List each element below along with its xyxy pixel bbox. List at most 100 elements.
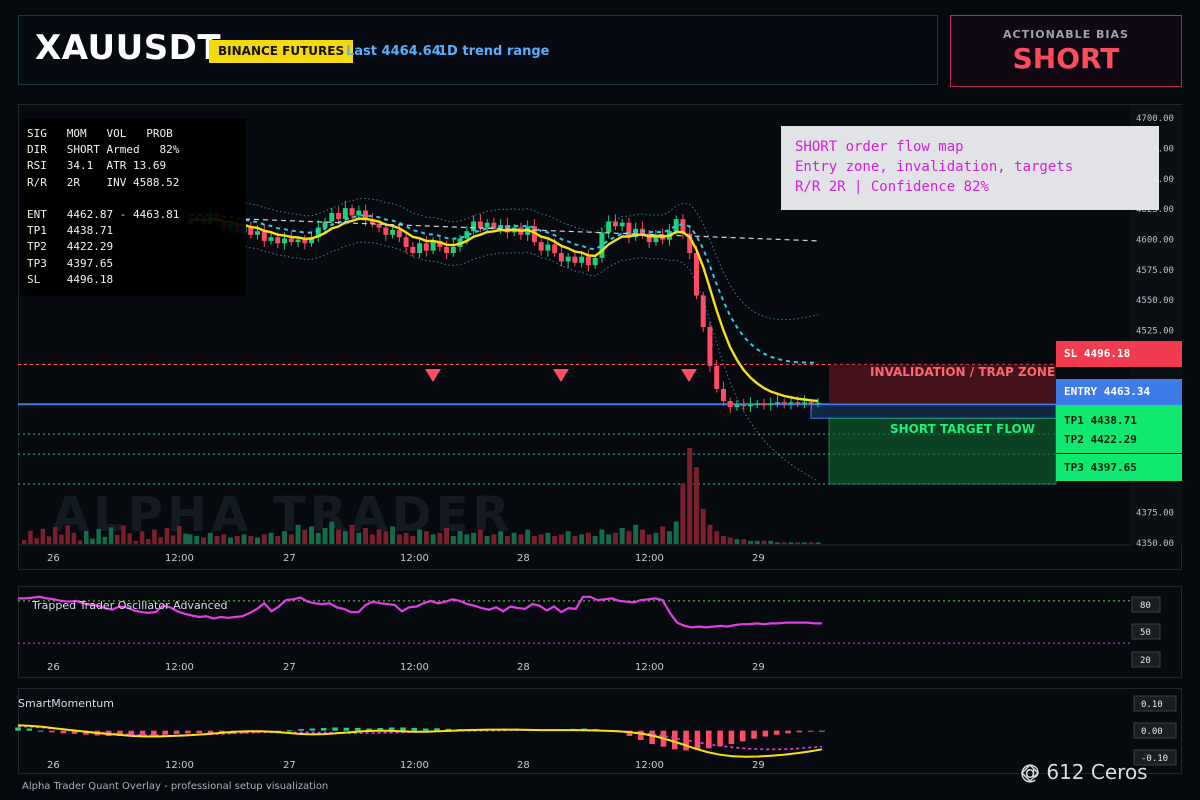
tp3-tag: TP3 4397.65 <box>1056 454 1182 481</box>
volume-bar <box>214 536 220 544</box>
momentum-bar <box>728 730 735 744</box>
candle-body <box>268 237 274 241</box>
volume-bar <box>127 533 132 544</box>
volume-bar <box>545 532 551 544</box>
volume-bar <box>666 531 672 544</box>
volume-bar <box>90 538 95 544</box>
volume-bar <box>741 539 747 544</box>
volume-bar <box>146 539 151 544</box>
volume-bar <box>390 526 396 544</box>
candle-body <box>801 402 807 404</box>
volume-bar <box>268 532 274 544</box>
volume-bar <box>531 536 537 544</box>
osc-y-tick-label: 20 <box>1140 656 1151 666</box>
momentum-bar <box>309 728 316 731</box>
x-tick-label: 27 <box>283 553 296 564</box>
candle-body <box>761 403 767 405</box>
short-signal-marker <box>425 369 441 382</box>
volume-bar <box>315 532 321 544</box>
volume-bar <box>801 542 807 544</box>
volume-bar <box>295 524 301 544</box>
volume-bar <box>558 534 564 544</box>
volume-bar <box>518 534 524 544</box>
candle-body <box>734 404 740 408</box>
volume-bar <box>34 538 39 544</box>
volume-bar <box>788 542 794 544</box>
candle-body <box>545 244 551 251</box>
momentum-bar <box>819 730 825 732</box>
stop-loss-tag: SL 4496.18 <box>1056 341 1182 367</box>
candle-body <box>410 246 416 254</box>
volume-bar <box>579 534 585 544</box>
candle-body <box>693 253 699 296</box>
momentum-bar <box>162 730 169 735</box>
candle-body <box>552 244 558 254</box>
candle-body <box>484 222 490 228</box>
candle-body <box>423 243 429 251</box>
info-row: SL 4496.18 <box>27 273 114 286</box>
candle-body <box>255 231 261 235</box>
volume-bar <box>84 531 89 544</box>
candle-body <box>585 256 591 266</box>
volume-bar <box>336 529 342 544</box>
momentum-bar <box>649 730 655 744</box>
momentum-bar <box>671 730 678 750</box>
y-tick-label: 4375.00 <box>1136 508 1174 518</box>
candle-body <box>741 404 747 407</box>
volume-bar <box>727 537 733 544</box>
y-tick-label: 4575.00 <box>1136 266 1174 276</box>
momentum-bar <box>15 727 21 731</box>
candle-body <box>471 221 477 232</box>
volume-bar <box>808 542 814 544</box>
volume-bar <box>464 534 470 544</box>
volume-bar <box>363 528 369 544</box>
momentum-bar <box>343 727 350 731</box>
y-tick-label: 4550.00 <box>1136 296 1174 306</box>
candle-body <box>444 246 450 254</box>
volume-bar <box>349 524 355 544</box>
volume-bar <box>102 536 108 544</box>
volume-bar <box>65 525 70 544</box>
candle-body <box>417 243 423 254</box>
candle-body <box>579 256 585 263</box>
momentum-bar <box>694 730 701 750</box>
mom-x-tick-label: 26 <box>47 760 60 771</box>
volume-bar <box>383 531 389 544</box>
volume-bar <box>22 540 27 544</box>
volume-bar <box>639 529 645 544</box>
candle-body <box>619 222 625 227</box>
candle-body <box>774 402 780 404</box>
note-line: R/R 2R | Confidence 82% <box>795 179 989 195</box>
volume-bar <box>491 534 497 544</box>
osc-x-tick-label: 12:00 <box>635 662 664 673</box>
candle-body <box>558 253 564 262</box>
volume-bar <box>606 534 612 544</box>
volume-bar <box>430 534 436 544</box>
take-profit-tag: TP1 4438.71 TP2 4422.29 <box>1056 405 1182 453</box>
volume-bar <box>484 536 490 544</box>
author-credit: @ 612 Ceros <box>1020 760 1148 784</box>
y-tick-label: 4600.00 <box>1136 235 1174 245</box>
volume-bar <box>774 542 780 544</box>
candle-body <box>390 229 396 235</box>
info-row: SIG MOM VOL PROB <box>27 127 173 140</box>
momentum-bar <box>286 730 293 732</box>
candle-body <box>275 237 281 244</box>
momentum-bar <box>411 728 418 731</box>
volume-bar <box>700 508 706 544</box>
volume-bar <box>194 536 200 544</box>
osc-x-tick-label: 28 <box>517 662 530 673</box>
x-tick-label: 26 <box>47 553 60 564</box>
candle-body <box>768 403 774 405</box>
volume-bar <box>115 535 120 544</box>
osc-x-tick-label: 12:00 <box>400 662 429 673</box>
momentum-bar <box>422 728 429 731</box>
candle-body <box>727 401 733 408</box>
candle-body <box>329 212 335 222</box>
candle-body <box>342 208 348 220</box>
candle-body <box>403 237 409 247</box>
info-row: ENT 4462.87 - 4463.81 <box>27 208 180 221</box>
volume-bar <box>329 521 335 544</box>
volume-bar <box>322 528 328 544</box>
candle-body <box>450 246 456 254</box>
